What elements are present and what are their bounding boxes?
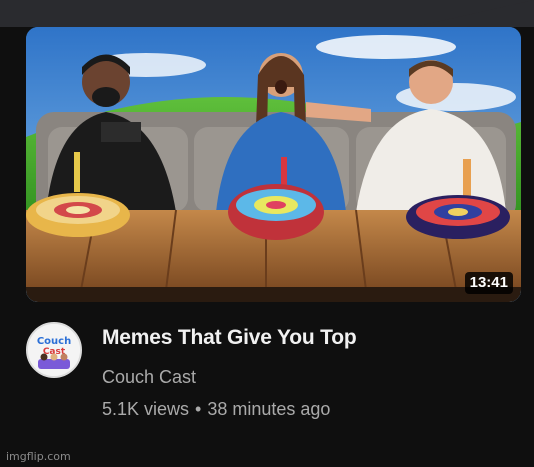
view-count: 5.1K views	[102, 399, 190, 419]
duration-badge: 13:41	[464, 272, 513, 294]
video-title[interactable]: Memes That Give You Top	[102, 326, 357, 350]
upload-age: 38 minutes ago	[207, 399, 331, 419]
video-stats: 5.1K views • 38 minutes ago	[102, 399, 330, 420]
imgflip-watermark: imgflip.com	[6, 450, 71, 463]
video-thumbnail[interactable]: 13:41	[26, 27, 521, 302]
channel-avatar-icon[interactable]: Couch Cast	[26, 322, 82, 378]
channel-name[interactable]: Couch Cast	[102, 367, 196, 388]
couch-cast-logo: Couch Cast	[28, 324, 80, 376]
stats-separator: •	[195, 399, 202, 419]
thumbnail-image	[26, 27, 521, 302]
video-card[interactable]: 13:41 Couch Cast Memes That Give You Top…	[0, 0, 534, 467]
video-metadata: Couch Cast Memes That Give You Top Couch…	[26, 320, 521, 430]
svg-text:Couch: Couch	[37, 336, 71, 347]
